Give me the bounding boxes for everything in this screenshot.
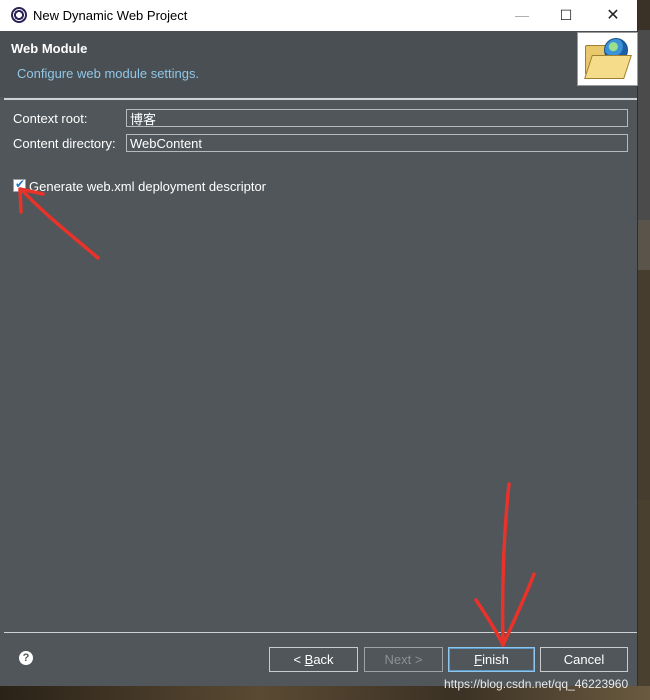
context-root-input[interactable]	[126, 109, 628, 127]
content-directory-input[interactable]	[126, 134, 628, 152]
background-editor-right	[637, 30, 650, 700]
wizard-banner: Web Module Configure web module settings…	[0, 31, 637, 97]
eclipse-app-icon	[11, 7, 27, 23]
next-button[interactable]: Next >	[364, 647, 443, 672]
content-directory-label: Content directory:	[13, 136, 116, 151]
generate-web-xml-checkbox[interactable]: ✔	[13, 177, 26, 192]
button-bar-separator	[4, 632, 637, 633]
page-description: Configure web module settings.	[17, 66, 200, 81]
title-bar[interactable]: New Dynamic Web Project — ☐ ✕	[0, 0, 637, 31]
generate-web-xml-label[interactable]: Generate web.xml deployment descriptor	[29, 179, 266, 194]
back-button-label: ack	[313, 652, 334, 667]
context-root-label: Context root:	[13, 111, 88, 126]
window-title: New Dynamic Web Project	[33, 8, 188, 23]
folder-front-shape	[584, 55, 632, 79]
new-dynamic-web-project-dialog: New Dynamic Web Project — ☐ ✕ Web Module…	[0, 0, 638, 686]
finish-button-mnemonic: F	[474, 652, 483, 667]
close-button[interactable]: ✕	[590, 0, 636, 31]
cancel-button[interactable]: Cancel	[540, 647, 628, 672]
minimize-button[interactable]: —	[499, 0, 545, 31]
checkmark-icon: ✔	[15, 177, 26, 191]
help-icon[interactable]: ?	[19, 651, 33, 665]
watermark: https://blog.csdn.net/qq_46223960	[444, 677, 629, 691]
back-button[interactable]: < Back	[269, 647, 358, 672]
finish-button[interactable]: Finish	[448, 647, 535, 672]
folder-globe-icon	[577, 32, 638, 86]
banner-separator	[4, 98, 637, 100]
back-button-prefix: <	[293, 652, 305, 667]
maximize-button[interactable]: ☐	[543, 0, 589, 31]
finish-button-label: inish	[482, 652, 509, 667]
page-title: Web Module	[11, 41, 88, 56]
